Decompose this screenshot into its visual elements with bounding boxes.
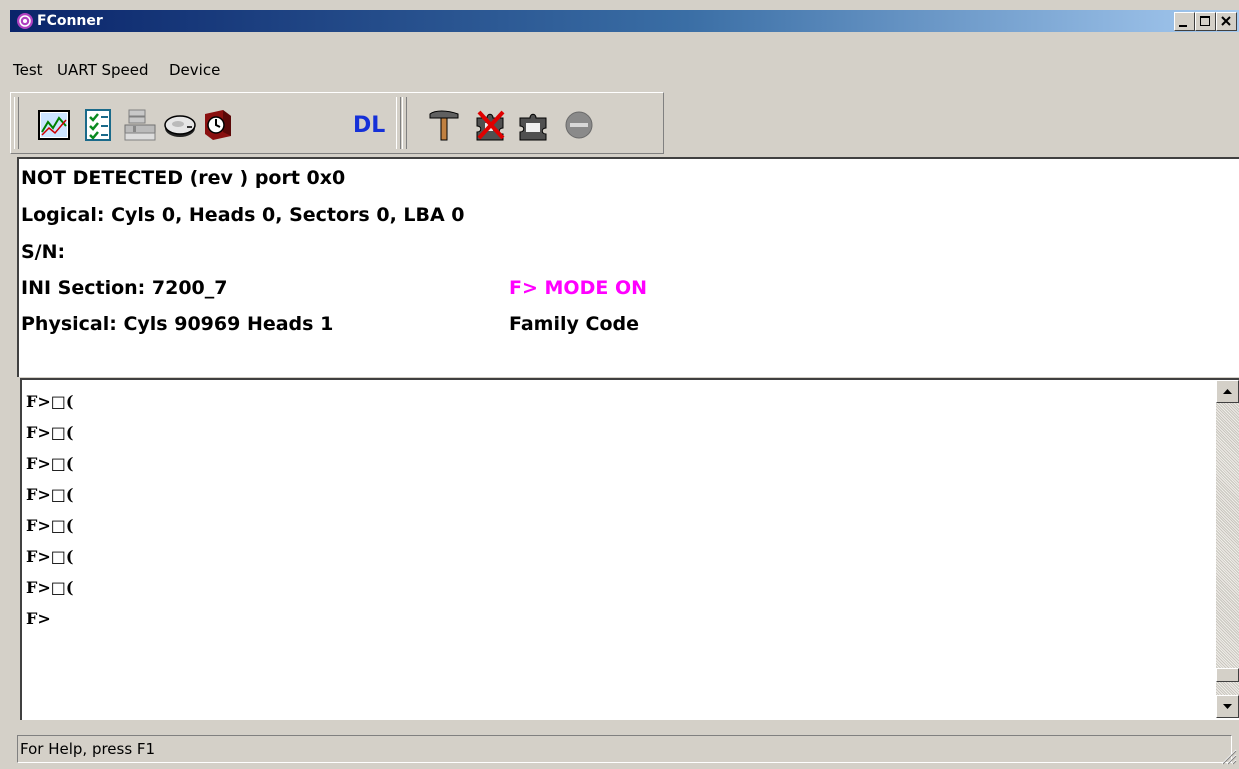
console-line: F>□( [26,423,74,442]
family-code: Family Code [509,313,639,335]
timer-icon[interactable] [201,108,235,142]
minimize-button[interactable] [1174,12,1195,31]
vertical-scrollbar[interactable] [1216,380,1239,718]
app-window: FConner Test UART Speed Device DL NOT DE… [0,0,1239,769]
arrow-up-icon [1223,389,1232,394]
checklist-icon[interactable] [81,108,115,142]
menu-device[interactable]: Device [169,61,220,79]
toolbar-separator [396,97,401,149]
toolbar: DL [10,92,664,154]
maximize-icon [1200,16,1210,26]
toolbar-separator [402,97,407,149]
arrow-down-icon [1223,704,1232,709]
status-bar: For Help, press F1 [10,733,1239,767]
menu-uart-speed[interactable]: UART Speed [57,61,149,79]
scroll-down-button[interactable] [1216,695,1239,718]
terminal-console[interactable]: F>□( F>□( F>□( F>□( F>□( F>□( F>□( F> [20,378,1239,720]
console-prompt: F> [26,609,51,628]
logical-geometry: Logical: Cyls 0, Heads 0, Sectors 0, LBA… [21,204,465,226]
puzzle-icon[interactable] [516,108,550,142]
chart-icon[interactable] [37,108,71,142]
menu-bar: Test UART Speed Device [10,57,1239,83]
mode-indicator: F> MODE ON [509,277,647,299]
window-title: FConner [37,13,103,29]
ini-section: INI Section: 7200_7 [21,277,228,299]
app-logo-icon [17,13,33,29]
menu-test[interactable]: Test [13,61,43,79]
console-line: F>□( [26,547,74,566]
scroll-up-button[interactable] [1216,380,1239,403]
console-line: F>□( [26,485,74,504]
puzzle-disabled-icon[interactable] [473,108,507,142]
close-icon [1221,16,1231,26]
physical-geometry: Physical: Cyls 90969 Heads 1 [21,313,334,335]
hammer-icon[interactable] [427,108,461,142]
status-text: For Help, press F1 [20,740,156,758]
console-line: F>□( [26,392,74,411]
detection-status: NOT DETECTED (rev ) port 0x0 [21,167,346,189]
minimize-icon [1179,25,1187,27]
title-bar[interactable]: FConner [10,10,1239,32]
status-pane: For Help, press F1 [17,735,1232,763]
disk-icon[interactable] [163,108,197,142]
close-button[interactable] [1216,12,1237,31]
resize-grip-icon[interactable] [1217,745,1237,765]
drive-stack-icon[interactable] [123,108,157,142]
console-line: F>□( [26,578,74,597]
maximize-button[interactable] [1195,12,1216,31]
serial-number: S/N: [21,241,66,263]
console-line: F>□( [26,516,74,535]
console-line: F>□( [26,454,74,473]
scroll-thumb[interactable] [1216,668,1239,682]
dl-button[interactable]: DL [353,113,385,138]
device-info-panel: NOT DETECTED (rev ) port 0x0 Logical: Cy… [17,157,1239,377]
stop-icon[interactable] [562,108,596,142]
toolbar-grip[interactable] [14,97,19,149]
